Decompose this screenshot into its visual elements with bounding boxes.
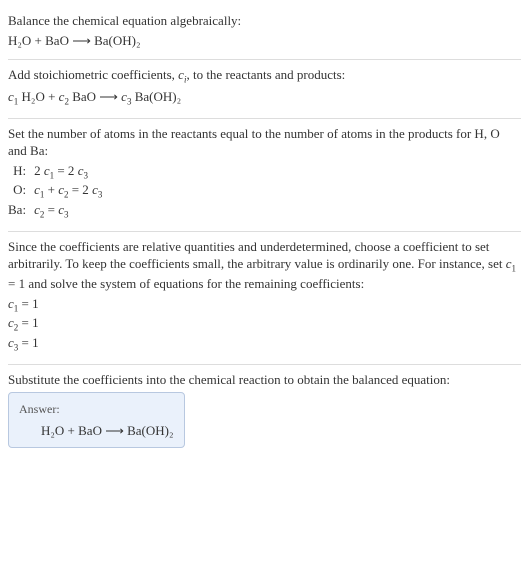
text-frag: + [44, 182, 58, 197]
text-frag: = 1 [18, 335, 38, 350]
text-frag: = 1 [18, 315, 38, 330]
section-atom-balance: Set the number of atoms in the reactants… [8, 119, 521, 232]
c-sub: 3 [98, 190, 103, 200]
text-frag: Ba(OH)₂ [131, 89, 181, 104]
element-label: H: [8, 162, 34, 182]
balance-eqn: c1 + c2 = 2 c3 [34, 181, 102, 201]
section-add-coeffs: Add stoichiometric coefficients, ci, to … [8, 60, 521, 118]
table-row: O: c1 + c2 = 2 c3 [8, 181, 102, 201]
text-frag: Since the coefficients are relative quan… [8, 239, 506, 272]
answer-label: Answer: [19, 401, 174, 417]
substitute-text: Substitute the coefficients into the che… [8, 371, 521, 389]
text-frag: = 1 and solve the system of equations fo… [8, 276, 364, 291]
element-label: O: [8, 181, 34, 201]
atom-balance-table: H: 2 c1 = 2 c3 O: c1 + c2 = 2 c3 Ba: c2 … [8, 162, 102, 221]
balance-eqn: c2 = c3 [34, 201, 102, 221]
balanced-equation: H₂O + BaO ⟶ Ba(OH)₂ [19, 418, 174, 440]
c-sub: 3 [64, 210, 69, 220]
table-row: H: 2 c1 = 2 c3 [8, 162, 102, 182]
atom-balance-text: Set the number of atoms in the reactants… [8, 125, 521, 160]
text-frag: 2 [34, 163, 44, 178]
section-prompt: Balance the chemical equation algebraica… [8, 6, 521, 60]
text-frag: = 2 [54, 163, 78, 178]
answer-box: Answer: H₂O + BaO ⟶ Ba(OH)₂ [8, 392, 185, 448]
prompt-text: Balance the chemical equation algebraica… [8, 12, 521, 30]
add-coeffs-text: Add stoichiometric coefficients, ci, to … [8, 66, 521, 86]
section-answer: Substitute the coefficients into the che… [8, 365, 521, 458]
coeff-value: c1 = 1 [8, 295, 521, 315]
unbalanced-equation: H₂O + BaO ⟶ Ba(OH)₂ [8, 32, 521, 50]
coeff-values: c1 = 1 c2 = 1 c3 = 1 [8, 295, 521, 354]
c-sub: 1 [512, 264, 517, 274]
section-solve: Since the coefficients are relative quan… [8, 232, 521, 365]
solve-text: Since the coefficients are relative quan… [8, 238, 521, 293]
text-frag: BaO ⟶ [69, 89, 121, 104]
table-row: Ba: c2 = c3 [8, 201, 102, 221]
balance-eqn: 2 c1 = 2 c3 [34, 162, 102, 182]
text-frag: Add stoichiometric coefficients, [8, 67, 178, 82]
element-label: Ba: [8, 201, 34, 221]
c-sub: 3 [83, 170, 88, 180]
text-frag: , to the reactants and products: [186, 67, 345, 82]
text-frag: H₂O + [18, 89, 58, 104]
text-frag: = 1 [18, 296, 38, 311]
text-frag: = 2 [68, 182, 92, 197]
coeff-equation: c1 H₂O + c2 BaO ⟶ c3 Ba(OH)₂ [8, 88, 521, 108]
coeff-value: c3 = 1 [8, 334, 521, 354]
coeff-value: c2 = 1 [8, 314, 521, 334]
text-frag: = [44, 202, 58, 217]
